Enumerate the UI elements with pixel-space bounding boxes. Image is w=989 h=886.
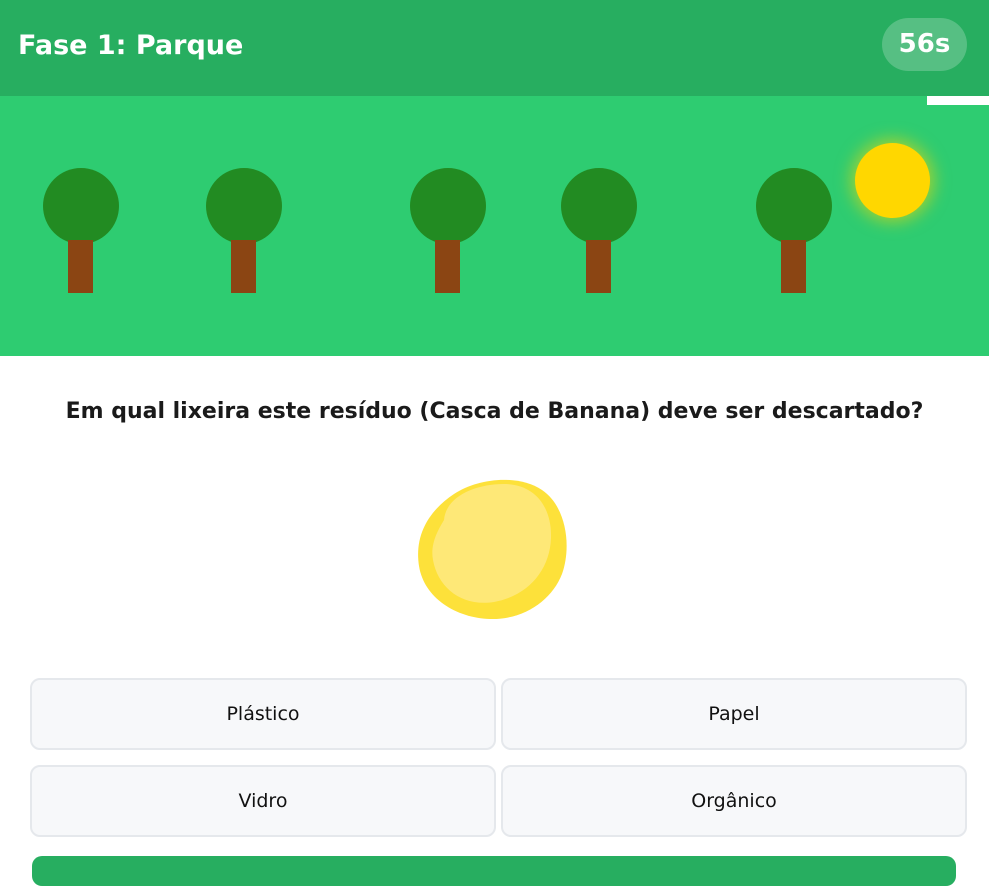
question-text: Em qual lixeira este resíduo (Casca de B…	[65, 399, 924, 424]
phase-title: Fase 1: Parque	[18, 30, 244, 61]
park-scene	[0, 96, 989, 356]
option-glass-button[interactable]: Vidro	[30, 765, 496, 837]
tree-icon	[206, 168, 282, 293]
option-plastic-button[interactable]: Plástico	[30, 678, 496, 750]
tree-icon	[43, 168, 119, 293]
tree-icon	[561, 168, 637, 293]
option-organic-button[interactable]: Orgânico	[501, 765, 967, 837]
tree-icon	[756, 168, 832, 293]
game-header: Fase 1: Parque 56s	[0, 0, 989, 96]
tree-icon	[410, 168, 486, 293]
sun-icon	[855, 143, 930, 218]
progress-bar-fill	[927, 96, 989, 105]
banana-peel-icon	[416, 476, 570, 622]
option-paper-button[interactable]: Papel	[501, 678, 967, 750]
timer-badge: 56s	[882, 18, 967, 71]
progress-bar	[0, 96, 989, 105]
